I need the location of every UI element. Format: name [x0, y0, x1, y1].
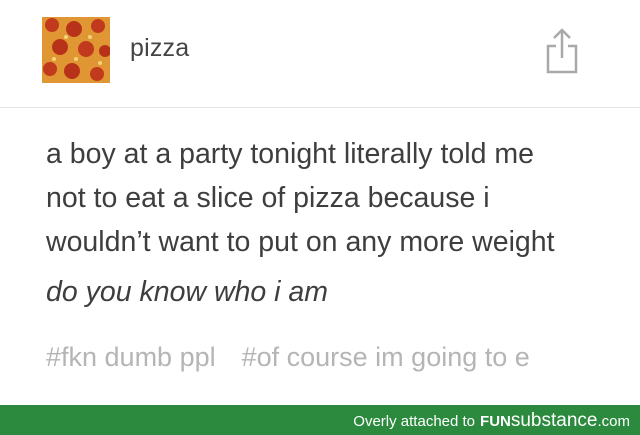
blog-name[interactable]: pizza [130, 34, 189, 63]
post-body-line: not to eat a slice of pizza because i [46, 182, 490, 214]
tag-link[interactable]: #of course im going to e [242, 342, 530, 372]
watermark-caption: Overly attached to [353, 413, 476, 430]
watermark-text: Overly attached to FUNsubstance.com [353, 410, 630, 432]
post-body-line: a boy at a party tonight literally told … [46, 138, 534, 170]
post-body: a boy at a party tonight literally told … [46, 132, 626, 264]
watermark-brand-fun: FUN [480, 413, 511, 430]
watermark-footer: Overly attached to FUNsubstance.com [0, 405, 640, 435]
watermark-brand-tld: .com [597, 413, 630, 430]
post-body-line: wouldn’t want to put on any more weight [46, 226, 555, 258]
pizza-avatar-icon[interactable] [42, 17, 110, 83]
post-italic-text: do you know who i am [46, 276, 328, 308]
post-tags: #fkn dumb ppl #of course im going to e [46, 342, 594, 373]
post-header-divider [0, 107, 640, 108]
share-icon[interactable] [544, 26, 580, 74]
watermark-brand-substance: substance [510, 410, 598, 431]
tag-link[interactable]: #fkn dumb ppl [46, 342, 216, 372]
tumblr-post: pizza a boy at a party tonight literally… [0, 0, 640, 405]
